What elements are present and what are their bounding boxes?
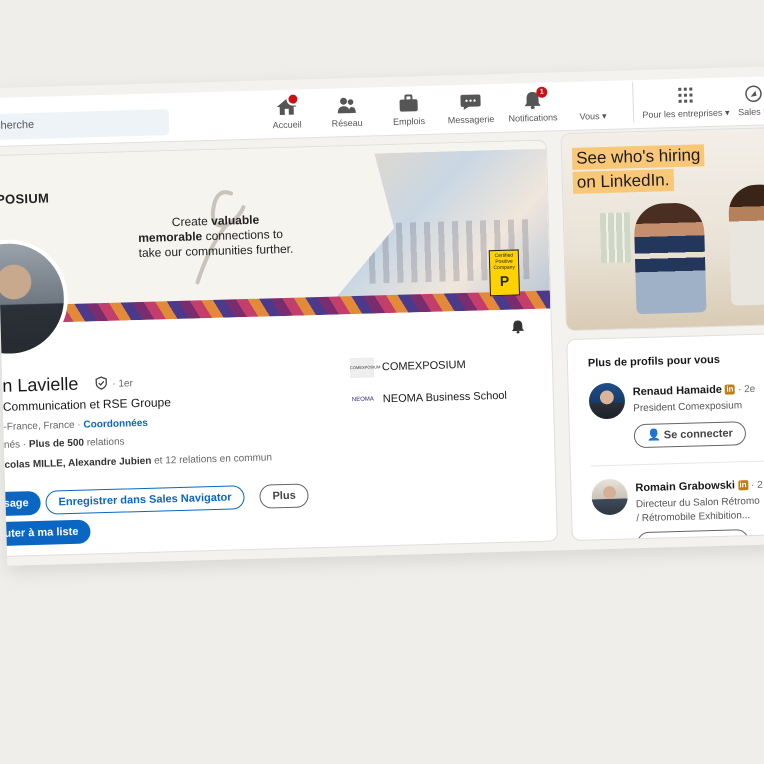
more-button[interactable]: Plus [259,483,310,509]
connection-degree: · 1er [112,378,134,390]
sales-navigator-icon [742,84,764,103]
linkedin-screen: cherche Accueil Réseau Emplois Messageri… [0,65,764,566]
tagline-bold-2: memorable [138,229,203,246]
company-logo: XPOSIUM [0,190,50,208]
tagline-bold-1: valuable [210,212,260,228]
nav-network-label: Réseau [331,117,363,129]
profile-card: XPOSIUM Create valuable memorable connec… [0,140,557,557]
suggestions-divider [590,459,764,467]
nav-notifications-label: Notifications [508,112,558,124]
add-person-icon: 👤 [646,429,661,442]
suggestion-degree-1: · 2e [737,383,756,396]
suggestion-degree-2: · 2 [750,479,763,492]
nav-notifications[interactable]: 1 Notifications [500,86,565,124]
location-text: -France, France · [3,419,81,433]
tagline-part-3: take our communities further. [138,241,294,261]
nav-me-label: Vous ▾ [561,110,625,123]
ad-window [599,212,632,264]
verified-icon[interactable] [94,376,108,390]
tagline-part-1: Create [171,214,209,230]
home-icon [275,92,300,117]
nav-network[interactable]: Réseau [314,95,379,129]
nav-me-text: Vous [579,111,600,122]
banner-tagline: Create valuable memorable connections to… [138,210,339,261]
nav-business-label: Pour les entreprises ▾ [640,107,732,121]
sales-navigator-button[interactable]: Enregistrer dans Sales Navigator [45,485,245,515]
grid-icon [674,86,696,105]
mutual-suffix: et 12 relations en commun [154,452,273,467]
profile-suggestions: Plus de profils pour vous Renaud Hamaide… [567,333,764,541]
company-comexposium[interactable]: COMEXPOSIUM [382,359,466,373]
relations-count[interactable]: nés · Plus de 500 relations [4,436,125,450]
profile-headline: Communication et RSE Groupe [2,395,172,414]
linkedin-premium-icon: in [737,480,749,491]
connect-button-label: Se connecter [663,427,734,442]
certified-letter: P [499,272,510,289]
profile-name: n Lavielle [2,373,79,396]
briefcase-icon [397,94,419,113]
suggestions-title: Plus de profils pour vous [587,353,721,370]
nav-business[interactable]: Pour les entreprises ▾ [639,85,732,121]
mutual-names: colas MILLE, Alexandre Jubien [4,455,152,471]
chevron-down-icon: ▾ [601,110,607,122]
hiring-ad[interactable]: See who's hiring on LinkedIn. [561,127,764,331]
contact-info-link[interactable]: Coordonnées [83,418,148,431]
suggestion-avatar-2[interactable] [591,478,629,516]
ad-line-2: on LinkedIn. [572,169,674,194]
scene: cherche Accueil Réseau Emplois Messageri… [0,0,764,764]
neoma-logo: NEOMA [350,389,376,411]
profile-location: -France, France · Coordonnées [3,418,148,433]
nav-messaging-label: Messagerie [447,114,495,126]
bell-icon: 1 [521,86,548,110]
search-placeholder: cherche [0,118,35,132]
nav-business-text: Pour les entreprises [642,107,723,120]
nav-jobs-label: Emplois [392,115,426,127]
notifications-badge: 1 [536,86,548,98]
nav-home-label: Accueil [272,119,302,131]
suggestion-name-text-2: Romain Grabowski [635,479,736,495]
nav-sales[interactable]: Sales N [728,84,764,117]
nav-messaging[interactable]: Messagerie [438,92,503,126]
comexposium-logo: COMEXPOSIUM [349,357,380,379]
ad-line-1: See who's hiring [571,144,705,170]
connect-button[interactable]: 👤 Se connecter [633,421,747,449]
nav-jobs[interactable]: Emplois [376,94,441,128]
profile-banner: XPOSIUM Create valuable memorable connec… [0,140,551,325]
home-badge [286,92,300,106]
relations-suffix: relations [86,436,125,449]
suggestion-role-2b: / Rétromobile Exhibition... [636,510,751,525]
nav-sales-label: Sales N [738,106,764,118]
linkedin-premium-icon: in [724,384,736,395]
school-neoma[interactable]: NEOMA Business School [383,390,507,405]
mutual-connections[interactable]: colas MILLE, Alexandre Jubien et 12 rela… [4,452,272,470]
banner-stripe [50,290,551,323]
suggestion-name-1[interactable]: Renaud Hamaide in · 2e [633,383,756,398]
nav-separator [632,82,635,123]
suggestion-role-1: President Comexposium [633,400,743,415]
connect-button-2[interactable] [636,529,750,541]
relations-number: Plus de 500 [28,437,85,451]
message-icon [459,92,481,111]
ad-person-1 [633,202,707,315]
certified-text-3: Company [493,264,516,272]
tagline-part-2: connections to [205,226,284,244]
follow-bell-icon[interactable] [511,319,525,334]
relations-prefix: nés · [3,439,27,451]
certified-positive-badge: Certified Positive Company P [488,249,520,297]
nav-home[interactable]: Accueil [254,92,319,131]
add-to-list-button[interactable]: uter à ma liste [0,519,91,547]
suggestion-name-text-1: Renaud Hamaide [632,383,723,399]
nav-me[interactable]: Vous ▾ [561,106,625,123]
ad-person-2 [728,183,764,306]
message-button[interactable]: sage [0,490,42,517]
suggestion-avatar-1[interactable] [588,382,626,420]
network-icon [335,96,357,115]
search-input[interactable]: cherche [0,109,170,141]
suggestion-name-2[interactable]: Romain Grabowski in · 2 [635,479,763,495]
